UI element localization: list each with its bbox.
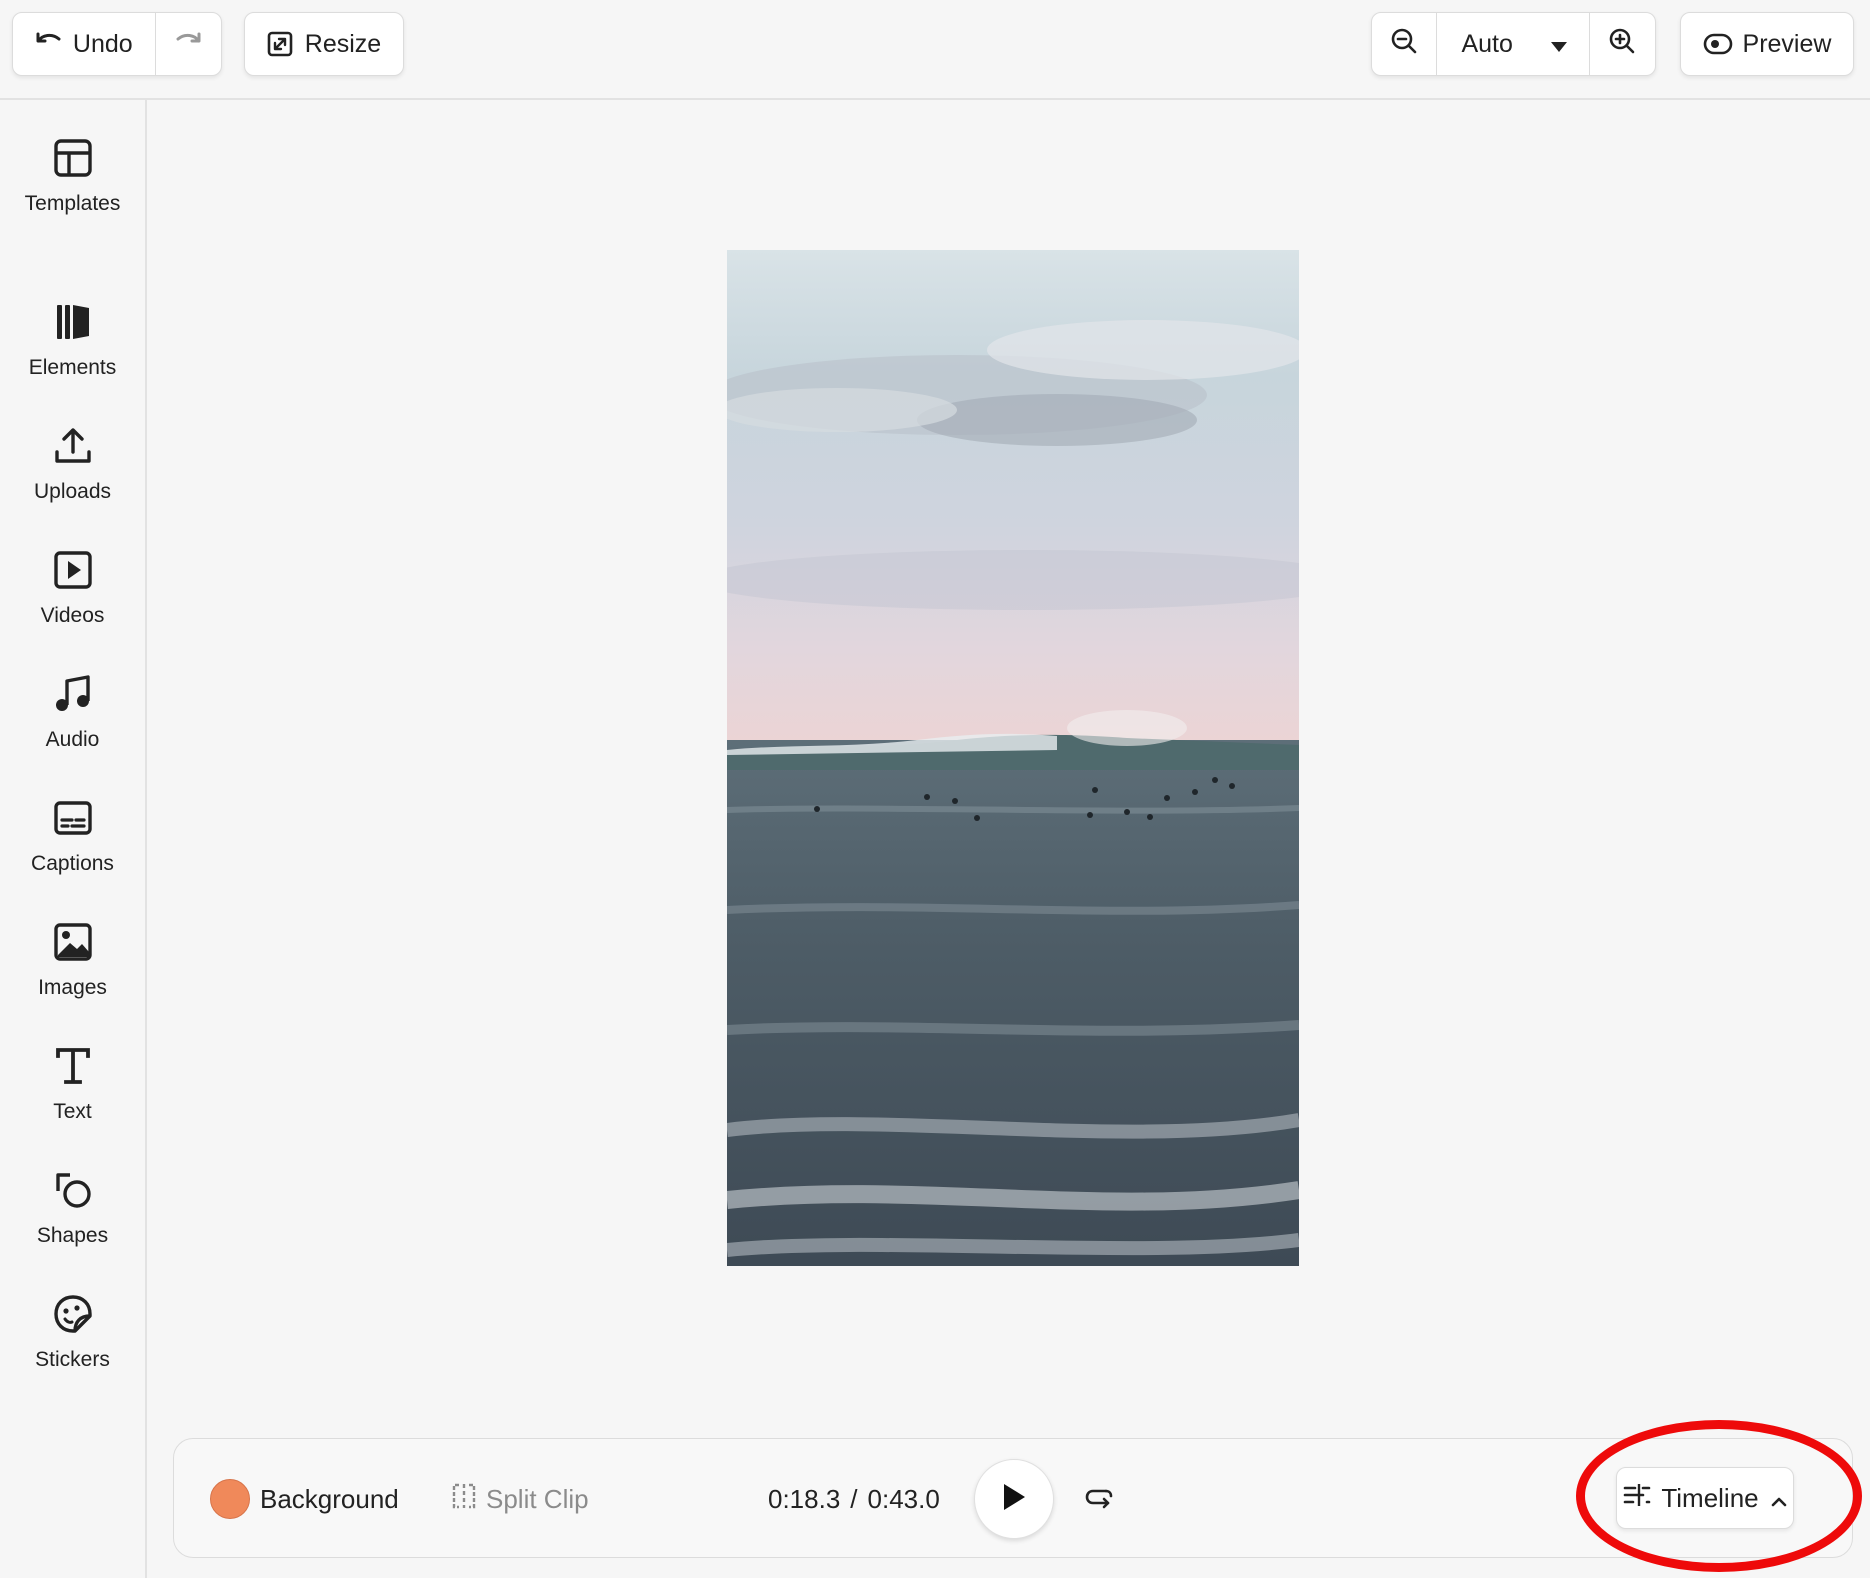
video-canvas[interactable] bbox=[727, 250, 1299, 1266]
sidebar-item-elements[interactable]: Elements bbox=[0, 300, 145, 380]
play-icon bbox=[1001, 1482, 1027, 1517]
shapes-icon bbox=[51, 1168, 95, 1212]
sidebar-item-label: Stickers bbox=[35, 1348, 110, 1371]
sidebar-item-label: Audio bbox=[45, 728, 100, 751]
zoom-out-icon bbox=[1390, 27, 1418, 62]
sidebar-item-label: Templates bbox=[24, 192, 121, 215]
video-icon bbox=[51, 548, 95, 592]
zoom-group: Auto bbox=[1371, 12, 1656, 76]
layout-icon bbox=[51, 136, 95, 180]
sidebar-item-shapes[interactable]: Shapes bbox=[0, 1168, 145, 1248]
caret-down-icon bbox=[1550, 30, 1567, 59]
sidebar-item-stickers[interactable]: Stickers bbox=[0, 1292, 145, 1372]
split-clip-button[interactable]: Split Clip bbox=[450, 1477, 589, 1521]
ocean-wave-video-frame bbox=[727, 250, 1299, 1266]
captions-icon bbox=[51, 796, 95, 840]
background-label: Background bbox=[260, 1483, 399, 1514]
elements-icon bbox=[51, 300, 95, 344]
zoom-in-button[interactable] bbox=[1590, 13, 1655, 75]
current-time: 0:18.3 bbox=[768, 1483, 841, 1514]
sidebar-item-images[interactable]: Images bbox=[0, 920, 145, 1000]
time-display: 0:18.3 / 0:43.0 bbox=[768, 1477, 940, 1521]
music-note-icon bbox=[51, 672, 95, 716]
timeline-icon bbox=[1623, 1482, 1651, 1515]
loop-icon bbox=[1084, 1486, 1114, 1515]
sidebar-item-templates[interactable]: Templates bbox=[0, 136, 145, 216]
sidebar-item-captions[interactable]: Captions bbox=[0, 796, 145, 876]
split-clip-label: Split Clip bbox=[486, 1483, 589, 1514]
undo-icon bbox=[35, 30, 63, 59]
sidebar-item-label: Videos bbox=[40, 604, 105, 627]
zoom-in-icon bbox=[1608, 27, 1636, 62]
timeline-toggle-button[interactable]: Timeline bbox=[1616, 1467, 1794, 1529]
redo-button[interactable] bbox=[156, 13, 221, 75]
resize-label: Resize bbox=[304, 29, 382, 58]
resize-icon bbox=[267, 31, 293, 57]
zoom-select[interactable]: Auto bbox=[1437, 13, 1590, 75]
sidebar-item-label: Images bbox=[38, 976, 107, 999]
image-icon bbox=[51, 920, 95, 964]
sidebar-item-text[interactable]: Text bbox=[0, 1044, 145, 1124]
sidebar-item-label: Elements bbox=[28, 356, 117, 379]
preview-label: Preview bbox=[1742, 29, 1832, 58]
play-button[interactable] bbox=[974, 1459, 1054, 1539]
zoom-out-button[interactable] bbox=[1372, 13, 1438, 75]
zoom-value: Auto bbox=[1461, 29, 1513, 58]
timeline-label: Timeline bbox=[1661, 1482, 1759, 1513]
sidebar-item-videos[interactable]: Videos bbox=[0, 548, 145, 628]
total-time: 0:43.0 bbox=[867, 1483, 940, 1514]
time-separator: / bbox=[850, 1483, 858, 1514]
sidebar-item-label: Captions bbox=[31, 852, 114, 875]
top-toolbar: Undo Resize Auto Preview bbox=[0, 0, 1870, 100]
background-button[interactable]: Background bbox=[210, 1477, 399, 1521]
resize-button[interactable]: Resize bbox=[244, 12, 404, 76]
sidebar-item-label: Shapes bbox=[36, 1224, 109, 1247]
undo-label: Undo bbox=[72, 29, 133, 58]
preview-button[interactable]: Preview bbox=[1680, 12, 1854, 76]
split-icon bbox=[450, 1482, 478, 1517]
undo-button[interactable]: Undo bbox=[13, 13, 156, 75]
playback-bar: Background Split Clip 0:18.3 / 0:43.0 Ti… bbox=[173, 1438, 1853, 1558]
chevron-up-icon bbox=[1771, 1483, 1787, 1514]
redo-icon bbox=[174, 30, 202, 59]
history-group: Undo bbox=[12, 12, 222, 76]
sidebar-item-uploads[interactable]: Uploads bbox=[0, 424, 145, 504]
text-icon bbox=[51, 1044, 95, 1088]
background-color-swatch bbox=[210, 1479, 250, 1519]
left-sidebar: Templates Elements Uploads Videos Audio … bbox=[0, 100, 147, 1578]
sidebar-item-label: Text bbox=[53, 1100, 92, 1123]
upload-icon bbox=[51, 424, 95, 468]
sidebar-item-label: Uploads bbox=[33, 480, 112, 503]
loop-button[interactable] bbox=[1082, 1483, 1116, 1517]
sidebar-item-audio[interactable]: Audio bbox=[0, 672, 145, 752]
sticker-icon bbox=[51, 1292, 95, 1336]
eye-icon bbox=[1703, 33, 1733, 55]
